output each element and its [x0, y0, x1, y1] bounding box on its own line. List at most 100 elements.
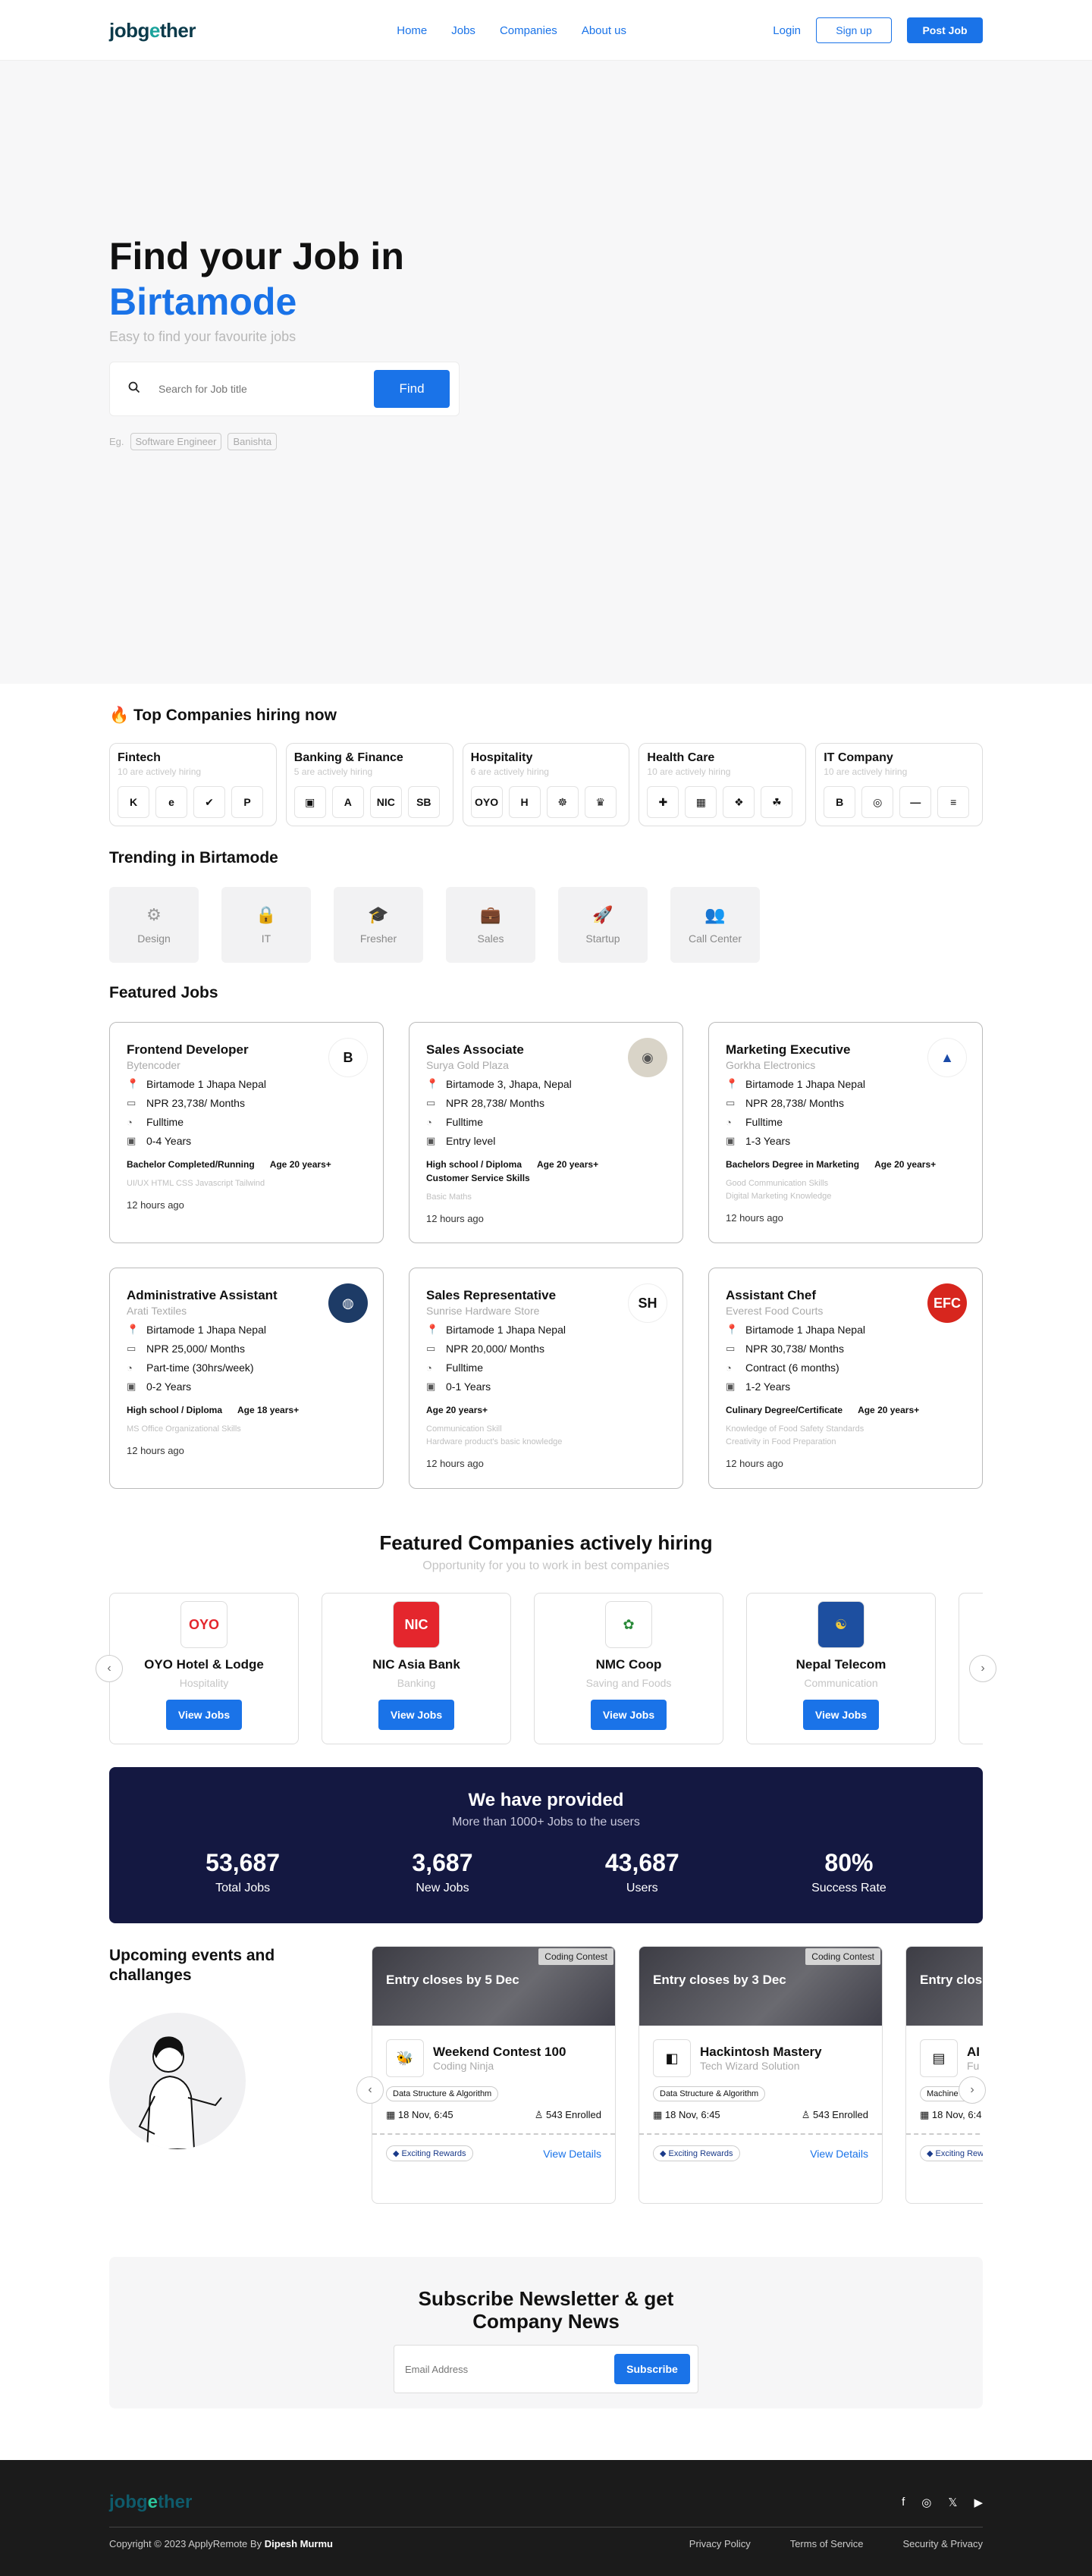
carousel-next-button[interactable]: ›	[969, 1655, 996, 1682]
trending-item-it[interactable]: 🔒 IT	[221, 887, 311, 963]
job-card[interactable]: Marketing Executive Gorkha Electronics ▲ 📍 B…	[708, 1022, 983, 1243]
view-details-link[interactable]: View Details	[543, 2148, 601, 2160]
nav-companies[interactable]: Companies	[500, 24, 557, 37]
job-card[interactable]: Assistant Chef Everest Food Courts EFC 📍 Bir…	[708, 1268, 983, 1489]
job-type-text: Contract (6 months)	[745, 1362, 839, 1374]
view-details-link[interactable]: View Details	[810, 2148, 868, 2160]
company-logo[interactable]: A	[331, 786, 364, 818]
event-enrolled: ♙ 543 Enrolled	[535, 2109, 601, 2121]
view-jobs-button[interactable]: View Jobs	[166, 1700, 242, 1730]
company-logo[interactable]: B	[824, 786, 856, 818]
company-category-card[interactable]: IT Company 10 are actively hiring B ◎ — ≡	[815, 743, 983, 826]
email-field[interactable]	[402, 2363, 614, 2375]
trending-item-sales[interactable]: 💼 Sales	[446, 887, 535, 963]
view-jobs-button[interactable]: View Jobs	[591, 1700, 667, 1730]
job-card[interactable]: Frontend Developer Bytencoder B 📍 Birtamode …	[109, 1022, 384, 1243]
security-link[interactable]: Security & Privacy	[903, 2538, 983, 2549]
company-logo[interactable]: ♛	[584, 786, 617, 818]
event-logo: ◧	[653, 2039, 691, 2077]
nav-about[interactable]: About us	[582, 24, 626, 37]
footer-logo[interactable]: jobgether	[109, 2492, 192, 2513]
company-logo[interactable]: ▣	[293, 786, 326, 818]
company-logo[interactable]: H	[508, 786, 541, 818]
company-logo[interactable]: ✚	[647, 786, 679, 818]
company-logo[interactable]: ▦	[685, 786, 717, 818]
event-title: Weekend Contest 100	[433, 2045, 566, 2059]
company-logo[interactable]: ◎	[861, 786, 894, 818]
job-card[interactable]: Sales Representative Sunrise Hardware Sto…	[409, 1268, 683, 1489]
trending-item-call-center[interactable]: 👥 Call Center	[670, 887, 760, 963]
category-hint: 5 are actively hiring	[293, 766, 373, 777]
rewards-badge: ◆ Exciting Rewards	[653, 2145, 740, 2161]
job-card[interactable]: Sales Associate Surya Gold Plaza ◉ 📍 Birtamo…	[409, 1022, 683, 1243]
trending-item-fresher[interactable]: 🎓 Fresher	[334, 887, 423, 963]
company-logo[interactable]: ☸	[546, 786, 579, 818]
event-card[interactable]: Coding Contest Entry closes by 5 Dec 🐝 Week…	[372, 1946, 616, 2204]
company-logo[interactable]: K	[118, 786, 149, 818]
event-title: AI De	[967, 2045, 983, 2059]
nav-jobs[interactable]: Jobs	[451, 24, 475, 37]
terms-link[interactable]: Terms of Service	[790, 2538, 864, 2549]
job-skills: UI/UX HTML CSS Javascript Tailwind	[127, 1179, 265, 1188]
signup-button[interactable]: Sign up	[816, 17, 892, 43]
featured-company-card: ✿ NMC Coop Saving and Foods View Jobs	[534, 1593, 723, 1744]
facebook-icon[interactable]: f	[902, 2496, 905, 2509]
events-intro: Upcoming events and challanges	[109, 1946, 337, 2204]
event-logo: ▤	[920, 2039, 958, 2077]
job-location: 📍 Birtamode 1 Jhapa Nepal	[127, 1078, 366, 1090]
company-logo[interactable]: ❖	[723, 786, 755, 818]
search-input[interactable]	[158, 383, 374, 395]
company-logo[interactable]: ✔	[193, 786, 225, 818]
job-age: Age 20 years+	[269, 1159, 331, 1170]
company-logo[interactable]: ☘	[761, 786, 793, 818]
subscribe-button[interactable]: Subscribe	[614, 2354, 690, 2384]
company-category-card[interactable]: Hospitality 6 are actively hiring OYO H ☸ ♛	[462, 743, 630, 826]
company-logo: ▲	[927, 1038, 967, 1077]
example-chip[interactable]: Software Engineer	[130, 433, 222, 450]
view-jobs-button[interactable]: View Jobs	[803, 1700, 879, 1730]
trending-item-startup[interactable]: 🚀 Startup	[558, 887, 648, 963]
company-logo[interactable]: OYO	[470, 786, 503, 818]
view-jobs-button[interactable]: View Jobs	[378, 1700, 454, 1730]
find-button[interactable]: Find	[374, 370, 450, 408]
event-enrolled: ♙ 543 Enrolled	[802, 2109, 868, 2121]
author-link[interactable]: Dipesh Murmu	[265, 2538, 333, 2549]
company-category-card[interactable]: Banking & Finance 5 are actively hiring ▣ A…	[285, 743, 453, 826]
category-hint: 6 are actively hiring	[470, 766, 549, 777]
company-logo[interactable]: —	[899, 786, 932, 818]
stats-row: 53,687 Total Jobs 3,687 New Jobs 43,687 Users…	[109, 1849, 983, 1895]
salary-icon: ▭	[426, 1343, 436, 1354]
company-logo[interactable]: ≡	[937, 786, 970, 818]
event-title: Hackintosh Mastery	[700, 2045, 822, 2059]
copyright: Copyright © 2023 ApplyRemote By Dipesh M…	[109, 2538, 333, 2549]
job-requirements: High school / Diploma Age 20 years+	[426, 1159, 666, 1170]
company-category-card[interactable]: Fintech 10 are actively hiring Ke ✔ P	[109, 743, 277, 826]
company-logo[interactable]: e	[155, 786, 187, 818]
x-twitter-icon[interactable]: 𝕏	[948, 2496, 957, 2509]
job-type: ◔ Fulltime	[127, 1116, 366, 1128]
youtube-icon[interactable]: ▶	[974, 2496, 983, 2509]
events-prev-button[interactable]: ‹	[356, 2076, 384, 2104]
event-card[interactable]: Entry clos▤AI DeFuMachine Lea▦ 18 Nov, 6…	[905, 1946, 983, 2204]
company-logo[interactable]: P	[231, 786, 263, 818]
salary-icon: ▭	[426, 1097, 436, 1108]
nav-home[interactable]: Home	[397, 24, 427, 37]
logo[interactable]: jobgether	[109, 19, 196, 42]
post-job-button[interactable]: Post Job	[907, 17, 983, 43]
event-title-block: Weekend Contest 100 Coding Ninja	[433, 2045, 566, 2072]
logo-text-rest: ther	[159, 18, 196, 42]
example-chip[interactable]: Banishta	[228, 433, 278, 450]
instagram-icon[interactable]: ◎	[921, 2496, 931, 2509]
job-card[interactable]: Administrative Assistant Arati Textiles ◍ 📍…	[109, 1268, 384, 1489]
event-card[interactable]: Coding Contest Entry closes by 3 Dec ◧ Hack…	[639, 1946, 883, 2204]
trending-item-design[interactable]: ⚙ Design	[109, 887, 199, 963]
login-link[interactable]: Login	[773, 24, 801, 37]
event-footer: ◆ Exciting Rewards View Details	[386, 2145, 601, 2161]
company-logo[interactable]: SB	[407, 786, 440, 818]
privacy-policy-link[interactable]: Privacy Policy	[689, 2538, 751, 2549]
events-next-button[interactable]: ›	[959, 2076, 986, 2104]
carousel-prev-button[interactable]: ‹	[96, 1655, 123, 1682]
company-category-card[interactable]: Health Care 10 are actively hiring ✚ ▦ ❖ ☘	[639, 743, 807, 826]
company-logo[interactable]: NIC	[369, 786, 402, 818]
briefcase-icon: ▣	[426, 1135, 436, 1146]
